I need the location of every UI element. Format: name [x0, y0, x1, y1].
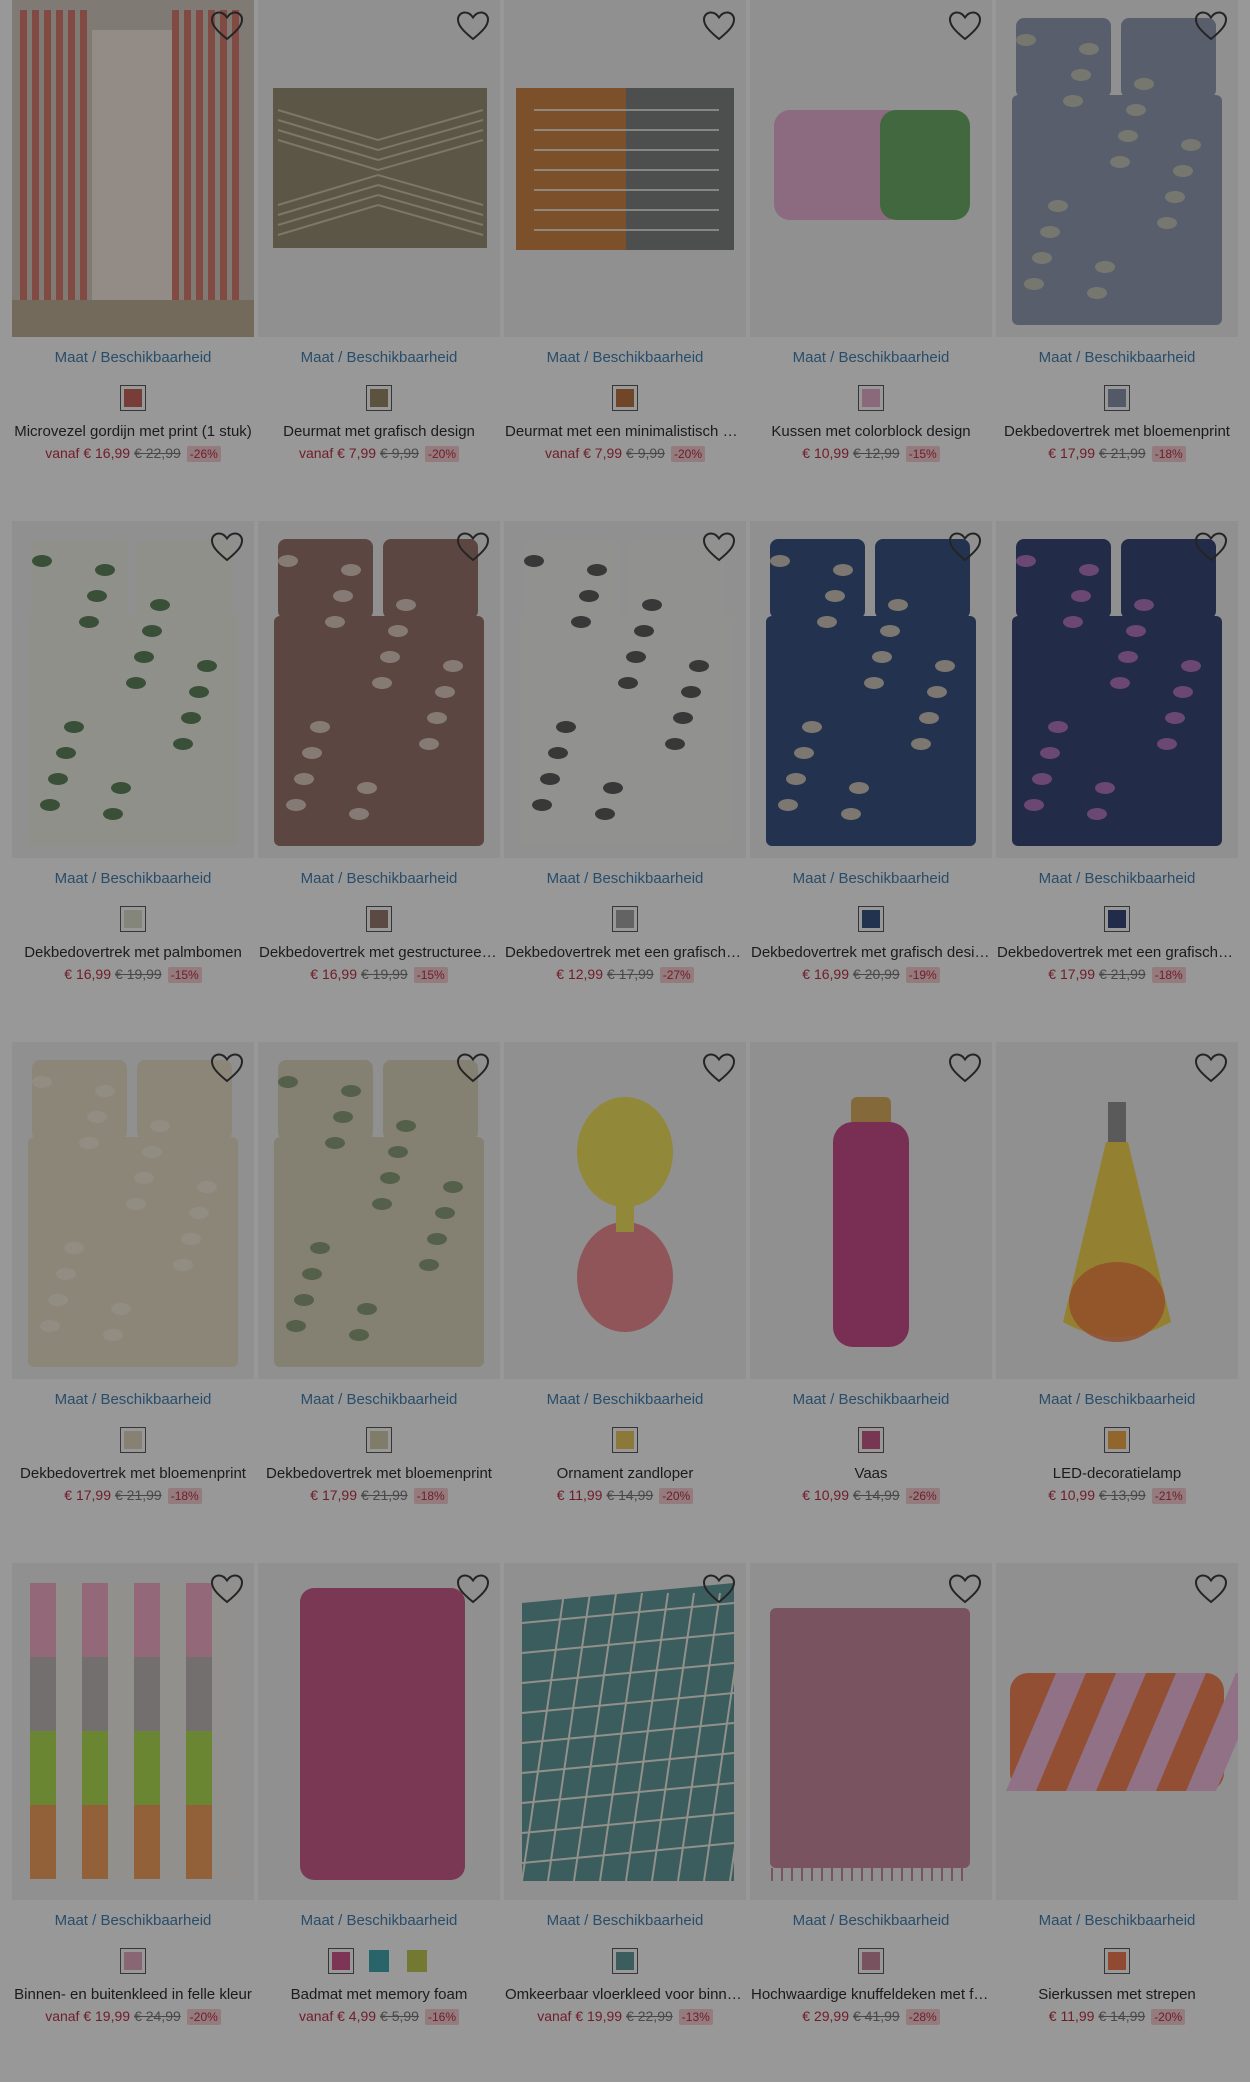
modal-backdrop-overlay[interactable]: [0, 0, 1250, 2082]
